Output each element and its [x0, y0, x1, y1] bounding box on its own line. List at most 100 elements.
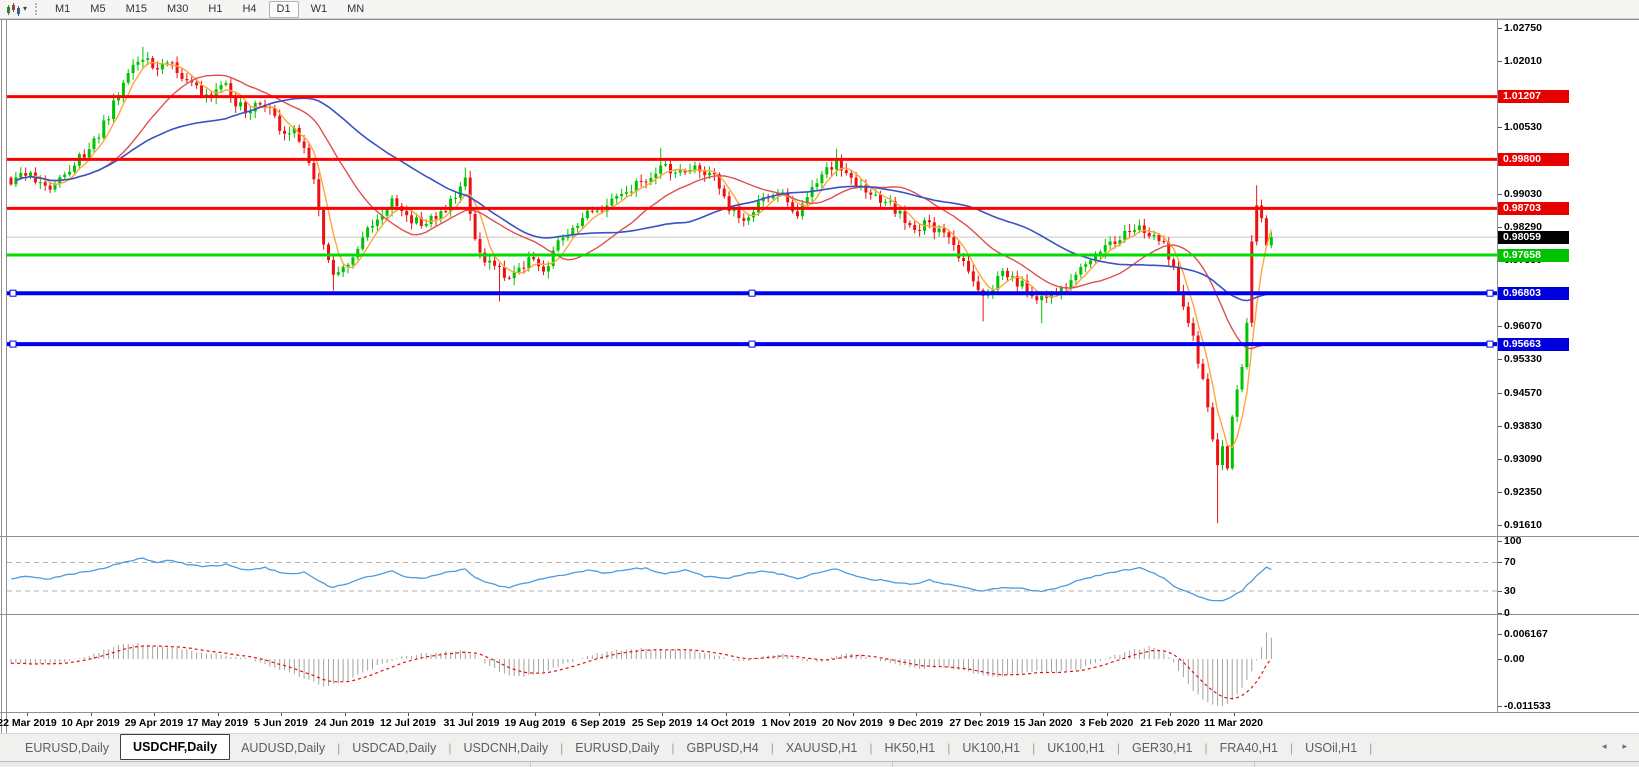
date-tick — [535, 713, 536, 716]
date-tick — [91, 713, 92, 716]
line-handle — [749, 290, 755, 296]
date-tick — [154, 713, 155, 716]
date-label: 29 Apr 2019 — [125, 717, 184, 729]
date-tick — [662, 713, 663, 716]
price-axis-tick: 1.02010 — [1504, 55, 1542, 67]
tab-eurusd-daily[interactable]: EURUSD,Daily — [14, 737, 120, 759]
date-label: 24 Jun 2019 — [315, 717, 375, 729]
price-badge: 0.97658 — [1498, 249, 1569, 262]
timeframe-button-m5[interactable]: M5 — [82, 1, 113, 18]
price-badge: 0.95663 — [1498, 338, 1569, 351]
date-tick — [1170, 713, 1171, 716]
panel-splitter[interactable] — [0, 536, 1639, 537]
timeframe-button-h4[interactable]: H4 — [234, 1, 264, 18]
date-label: 3 Feb 2020 — [1080, 717, 1134, 729]
timeframe-button-m1[interactable]: M1 — [47, 1, 78, 18]
date-label: 14 Oct 2019 — [696, 717, 754, 729]
rsi-axis-tick: 30 — [1504, 585, 1516, 597]
date-tick — [916, 713, 917, 716]
date-label: 17 May 2019 — [187, 717, 248, 729]
panel-splitter[interactable] — [0, 614, 1639, 615]
tab-uk100-h1[interactable]: UK100,H1 — [1036, 737, 1116, 759]
status-divider — [1254, 762, 1255, 767]
tab-hk50-h1[interactable]: HK50,H1 — [874, 737, 947, 759]
date-tick — [1234, 713, 1235, 716]
price-axis-tick: 1.02750 — [1504, 22, 1542, 34]
tab-eurusd-daily[interactable]: EURUSD,Daily — [564, 737, 670, 759]
date-label: 5 Jun 2019 — [254, 717, 308, 729]
window-border — [0, 19, 1639, 20]
rsi-axis-tick: 70 — [1504, 556, 1516, 568]
line-handle — [10, 290, 16, 296]
toolbar-grip[interactable] — [35, 3, 37, 15]
rsi-axis-tick: 100 — [1504, 535, 1522, 547]
tab-gbpusd-h4[interactable]: GBPUSD,H4 — [675, 737, 769, 759]
price-badge: 0.96803 — [1498, 287, 1569, 300]
macd-histogram — [11, 633, 1271, 707]
price-axis[interactable]: 1.027501.020101.005300.990300.982900.975… — [1498, 0, 1639, 766]
timeframe-button-mn[interactable]: MN — [339, 1, 372, 18]
macd-axis-tick: 0.006167 — [1504, 628, 1548, 640]
tab-uk100-h1[interactable]: UK100,H1 — [951, 737, 1031, 759]
tab-usdchf-daily[interactable]: USDCHF,Daily — [120, 734, 230, 760]
tab-usdcad-daily[interactable]: USDCAD,Daily — [341, 737, 447, 759]
macd-panel[interactable] — [7, 616, 1497, 712]
date-tick — [1043, 713, 1044, 716]
date-label: 27 Dec 2019 — [949, 717, 1009, 729]
chart-type-icon[interactable]: ▾ — [4, 1, 29, 17]
macd-axis-tick: 0.00 — [1504, 653, 1524, 665]
chevron-down-icon: ▾ — [23, 5, 27, 13]
rsi-line — [11, 558, 1271, 601]
date-label: 10 Apr 2019 — [61, 717, 120, 729]
date-tick — [472, 713, 473, 716]
tab-usdcnh-daily[interactable]: USDCNH,Daily — [452, 737, 559, 759]
tab-ger30-h1[interactable]: GER30,H1 — [1121, 737, 1203, 759]
timeframe-button-h1[interactable]: H1 — [200, 1, 230, 18]
price-axis-tick: 1.00530 — [1504, 121, 1542, 133]
date-axis[interactable]: 22 Mar 201910 Apr 201929 Apr 201917 May … — [7, 713, 1497, 733]
rsi-axis-tick: 0 — [1504, 607, 1510, 619]
tab-audusd-daily[interactable]: AUDUSD,Daily — [230, 737, 336, 759]
price-axis-tick: 0.95330 — [1504, 353, 1542, 365]
main-chart-area[interactable] — [7, 21, 1497, 536]
date-label: 15 Jan 2020 — [1014, 717, 1073, 729]
date-label: 25 Sep 2019 — [632, 717, 692, 729]
timeframe-button-m30[interactable]: M30 — [159, 1, 196, 18]
ma-20-line — [16, 75, 1271, 348]
candlestick-chart-icon — [6, 3, 21, 16]
status-divider — [530, 762, 531, 767]
tab-usoil-h1[interactable]: USOil,H1 — [1294, 737, 1368, 759]
date-label: 19 Aug 2019 — [505, 717, 566, 729]
toolbar: ▾ M1M5 M15M30H1H4 D1W1MN — [0, 0, 1639, 19]
date-label: 6 Sep 2019 — [571, 717, 625, 729]
date-label: 11 Mar 2020 — [1204, 717, 1263, 729]
line-handle — [1487, 290, 1493, 296]
date-tick — [281, 713, 282, 716]
date-tick — [345, 713, 346, 716]
line-handle — [1487, 341, 1493, 347]
date-tick — [1107, 713, 1108, 716]
price-badge: 0.98059 — [1498, 231, 1569, 244]
tab-scroll-left-icon[interactable]: ◂ — [1602, 741, 1607, 752]
timeframe-button-w1[interactable]: W1 — [303, 1, 336, 18]
price-axis-tick: 0.99030 — [1504, 188, 1542, 200]
tab-scroll-right-icon[interactable]: ▸ — [1622, 741, 1627, 752]
date-tick — [408, 713, 409, 716]
timeframe-button-d1[interactable]: D1 — [269, 1, 299, 18]
rsi-panel[interactable] — [7, 538, 1497, 614]
price-axis-tick: 0.96070 — [1504, 320, 1542, 332]
tab-scroll-arrows: ◂ ▸ — [1602, 741, 1627, 752]
tab-xauusd-h1[interactable]: XAUUSD,H1 — [775, 737, 869, 759]
tab-fra40-h1[interactable]: FRA40,H1 — [1209, 737, 1289, 759]
status-divider — [892, 762, 893, 767]
ma-45-line — [16, 98, 1271, 300]
price-axis-tick: 0.91610 — [1504, 519, 1542, 531]
price-axis-tick: 0.93090 — [1504, 453, 1542, 465]
date-tick — [599, 713, 600, 716]
date-label: 1 Nov 2019 — [762, 717, 817, 729]
date-label: 20 Nov 2019 — [822, 717, 883, 729]
price-badge: 1.01207 — [1498, 90, 1569, 103]
date-label: 9 Dec 2019 — [889, 717, 943, 729]
date-tick — [726, 713, 727, 716]
timeframe-button-m15[interactable]: M15 — [118, 1, 155, 18]
